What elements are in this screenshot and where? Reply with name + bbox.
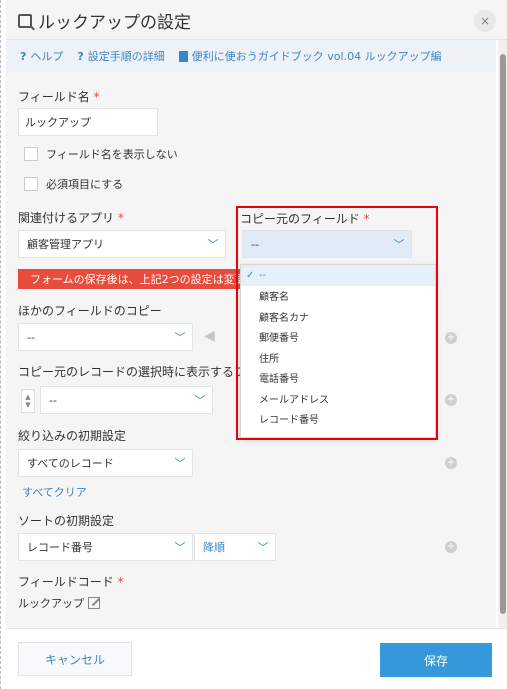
cancel-button[interactable]: キャンセル [18, 642, 132, 676]
display-field-select[interactable]: -- ﹀ [40, 386, 213, 414]
display-fields-label: コピー元のレコードの選択時に表示するフィ [18, 365, 258, 379]
guidebook-link[interactable]: 便利に使おうガイドブック vol.04 ルックアップ編 [178, 48, 442, 64]
hide-name-option[interactable]: フィールド名を表示しない [24, 146, 178, 162]
dialog-title: ルックアップの設定 [18, 8, 191, 33]
hide-name-checkbox[interactable] [24, 147, 38, 161]
filter-label: 絞り込みの初期設定 [18, 429, 127, 443]
help-link[interactable]: ? ヘルプ [20, 48, 63, 64]
other-copy-select[interactable]: -- ﹀ [18, 323, 193, 351]
save-button[interactable]: 保存 [380, 643, 492, 677]
edit-icon[interactable] [88, 597, 100, 609]
filter-select[interactable]: すべてのレコード ﹀ [18, 449, 193, 477]
lookup-icon [18, 13, 32, 28]
chevron-down-icon: ﹀ [194, 394, 206, 407]
chevron-down-icon: ﹀ [174, 457, 186, 470]
field-code-label: フィールドコード * [18, 575, 124, 589]
sort-label: ソートの初期設定 [18, 514, 115, 528]
field-code-value: ルックアップ [18, 595, 100, 611]
required-option[interactable]: 必須項目にする [24, 176, 123, 192]
dialog-title-text: ルックアップの設定 [38, 13, 191, 33]
add-display-field-button[interactable]: + [445, 394, 457, 406]
sort-order-select[interactable]: 降順 ﹀ [194, 533, 276, 561]
add-sort-button[interactable]: + [445, 541, 457, 553]
add-filter-button[interactable]: + [445, 457, 457, 469]
reorder-stepper[interactable]: ▲ ▼ [21, 389, 35, 413]
close-button[interactable]: × [474, 10, 496, 32]
field-name-label: フィールド名 * [18, 90, 100, 104]
setup-details-link[interactable]: ? 設定手順の詳細 [77, 48, 164, 64]
help-bar: ? ヘルプ ? 設定手順の詳細 便利に使おうガイドブック vol.04 ルックア… [6, 40, 496, 72]
related-app-select[interactable]: 顧客管理アプリ ﹀ [18, 230, 226, 258]
chevron-down-icon: ﹀ [174, 541, 186, 554]
field-name-input[interactable]: ルックアップ [18, 108, 158, 136]
scrollbar-thumb[interactable] [500, 54, 506, 614]
question-icon: ? [20, 49, 27, 63]
up-arrow-icon: ▲ [25, 393, 31, 401]
question-icon: ? [77, 49, 84, 63]
sort-field-select[interactable]: レコード番号 ﹀ [18, 533, 193, 561]
chevron-down-icon: ﹀ [257, 541, 269, 554]
chevron-down-icon: ﹀ [207, 238, 219, 251]
arrow-left-icon: ◀ [204, 328, 215, 344]
chevron-down-icon: ﹀ [174, 331, 186, 344]
save-warning-alert: フォームの保存後は、上記2つの設定は変更でき [18, 269, 240, 289]
down-arrow-icon: ▼ [25, 401, 31, 409]
add-copy-button[interactable]: + [445, 332, 457, 344]
related-app-label: 関連付けるアプリ * [18, 211, 124, 225]
required-checkbox[interactable] [24, 177, 38, 191]
document-icon [178, 50, 188, 62]
other-copy-label: ほかのフィールドのコピー [18, 304, 162, 318]
close-icon: × [479, 14, 491, 28]
highlight-box [236, 206, 438, 440]
clear-all-link[interactable]: すべてクリア [22, 484, 87, 500]
